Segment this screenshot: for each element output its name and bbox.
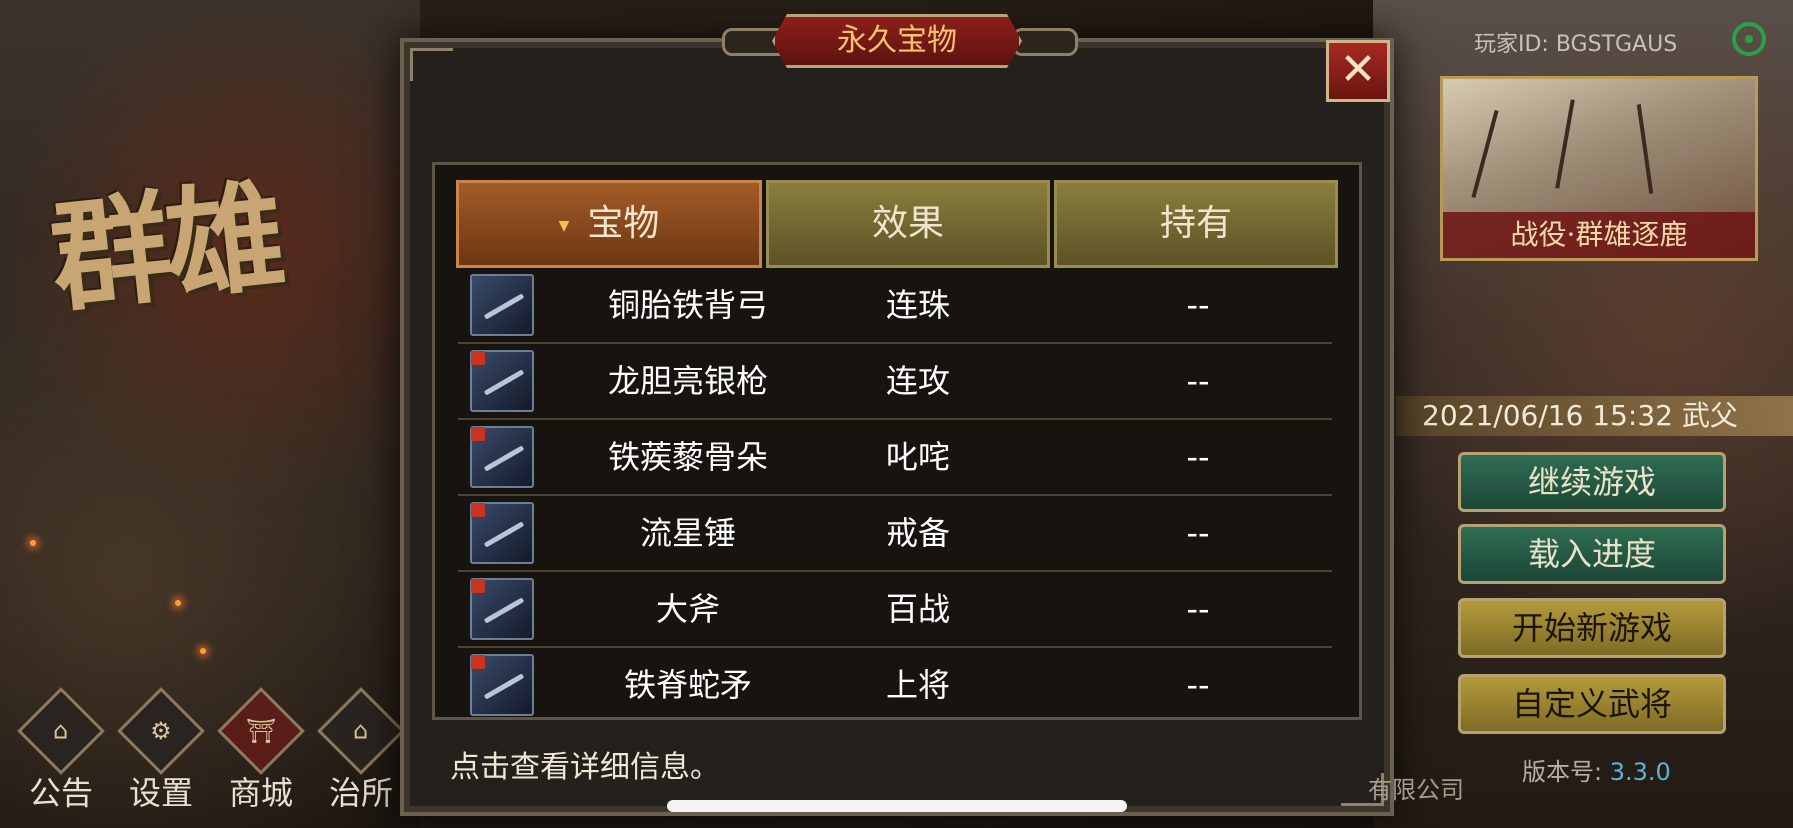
network-signal-icon <box>1732 22 1766 56</box>
treasure-row[interactable]: 流星锤 戒备 -- <box>458 496 1332 572</box>
custom-general-button[interactable]: 自定义武将 <box>1458 674 1726 734</box>
serpent-spear-icon <box>470 654 534 716</box>
announcement-icon: ⌂ <box>17 687 105 775</box>
campaign-card[interactable]: 战役·群雄逐鹿 <box>1440 76 1758 261</box>
banner-flag-art <box>1471 110 1499 198</box>
ember-particle <box>30 540 36 546</box>
settings-gear-icon: ⚙ <box>117 687 205 775</box>
nav-palace[interactable]: ⌂ 治所 <box>317 687 405 814</box>
treasure-effect: 戒备 <box>885 514 950 552</box>
close-button[interactable]: ✕ <box>1326 40 1390 102</box>
ember-particle <box>200 648 206 654</box>
nav-label: 设置 <box>128 774 193 812</box>
company-name-fragment: 有限公司 <box>1368 776 1464 804</box>
column-header-owned[interactable]: 持有 <box>1054 180 1338 268</box>
treasure-effect: 连攻 <box>885 362 950 400</box>
treasure-owned: -- <box>1186 590 1210 628</box>
treasure-owned: -- <box>1186 286 1210 324</box>
treasure-effect: 上将 <box>885 666 950 704</box>
version-value: 3.3.0 <box>1609 758 1671 786</box>
column-header-label: 宝物 <box>587 203 660 244</box>
nav-label: 治所 <box>328 774 393 812</box>
sort-arrow-icon: ▼ <box>558 218 570 234</box>
continue-game-button[interactable]: 继续游戏 <box>1458 452 1726 512</box>
nav-label: 公告 <box>28 774 93 812</box>
detail-hint: 点击查看详细信息。 <box>450 750 720 785</box>
load-progress-button[interactable]: 载入进度 <box>1458 524 1726 584</box>
treasure-effect: 百战 <box>885 590 950 628</box>
campaign-title: 战役·群雄逐鹿 <box>1443 212 1755 258</box>
version-label: 版本号: <box>1522 758 1603 786</box>
nav-label: 商城 <box>228 774 293 812</box>
title-ornament-right <box>1012 28 1078 56</box>
player-id-label: 玩家ID: <box>1474 32 1549 57</box>
treasure-owned: -- <box>1186 666 1210 704</box>
bow-icon <box>470 274 534 336</box>
treasure-effect: 连珠 <box>885 286 950 324</box>
axe-icon <box>470 578 534 640</box>
shop-icon: ⛩ <box>217 687 305 775</box>
treasure-effect: 叱咤 <box>885 438 950 476</box>
nav-announcement[interactable]: ⌂ 公告 <box>17 687 105 814</box>
new-game-button[interactable]: 开始新游戏 <box>1458 598 1726 658</box>
bottom-nav: ⌂ 公告 ⚙ 设置 ⛩ 商城 ⌂ 治所 <box>17 687 405 814</box>
treasure-owned: -- <box>1186 438 1210 476</box>
modal-title: 永久宝物 <box>772 14 1022 68</box>
save-datetime: 2021/06/16 15:32 武父 <box>1396 396 1793 436</box>
spear-icon <box>470 350 534 412</box>
column-header-effect[interactable]: 效果 <box>766 180 1050 268</box>
home-indicator[interactable] <box>667 800 1127 812</box>
game-logo: 群雄 <box>44 165 286 330</box>
player-id-value: BGSTGAUS <box>1555 32 1678 57</box>
ember-particle <box>175 600 181 606</box>
mace-icon <box>470 426 534 488</box>
player-id: 玩家ID: BGSTGAUS <box>1474 26 1677 58</box>
treasure-row[interactable]: 铁脊蛇矛 上将 -- <box>458 648 1332 722</box>
treasure-row[interactable]: 铜胎铁背弓 连珠 -- <box>458 268 1332 344</box>
frame-corner-ornament <box>410 48 453 81</box>
treasure-row[interactable]: 铁蒺藜骨朵 叱咤 -- <box>458 420 1332 496</box>
treasure-owned: -- <box>1186 514 1210 552</box>
banner-flag-art <box>1636 104 1654 194</box>
meteor-hammer-icon <box>470 502 534 564</box>
treasure-row[interactable]: 龙胆亮银枪 连攻 -- <box>458 344 1332 420</box>
nav-shop[interactable]: ⛩ 商城 <box>217 687 305 814</box>
column-header-treasure[interactable]: ▼ 宝物 <box>456 180 762 268</box>
banner-flag-art <box>1555 99 1575 189</box>
nav-settings[interactable]: ⚙ 设置 <box>117 687 205 814</box>
version-info: 版本号: 3.3.0 <box>1522 752 1671 787</box>
treasure-owned: -- <box>1186 362 1210 400</box>
treasure-row[interactable]: 大斧 百战 -- <box>458 572 1332 648</box>
palace-icon: ⌂ <box>317 687 405 775</box>
